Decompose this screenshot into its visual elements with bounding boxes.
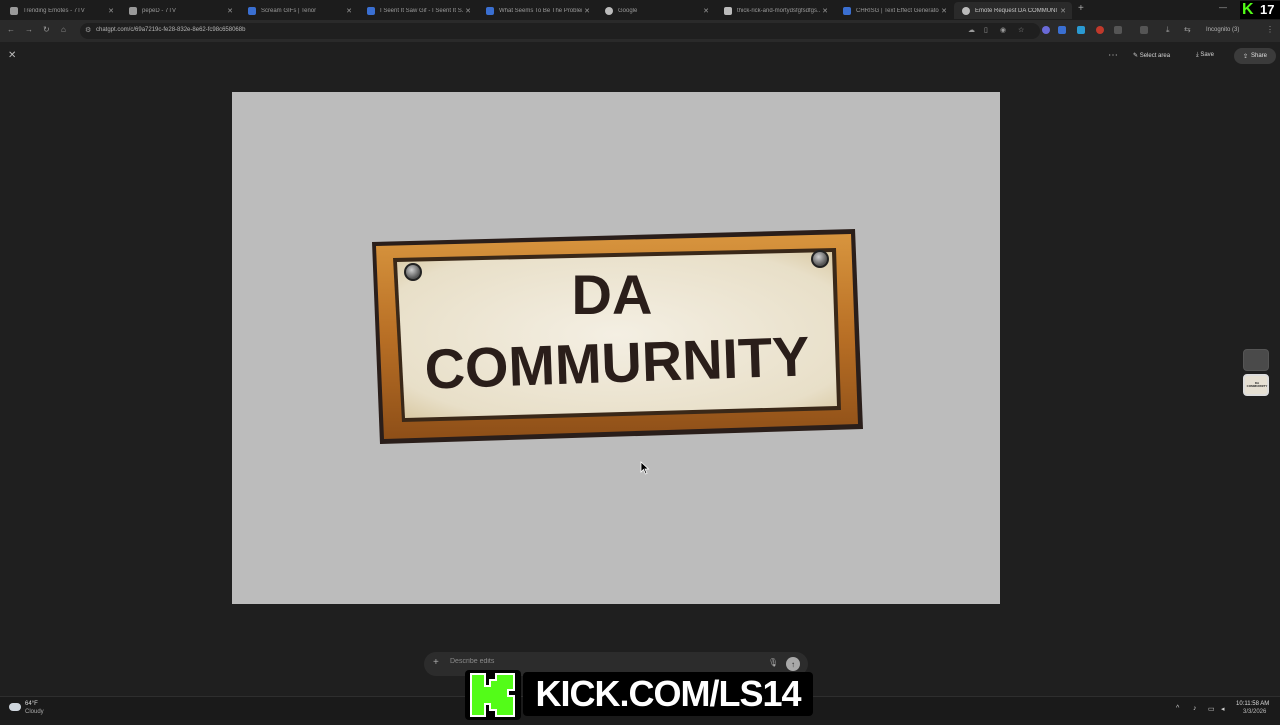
tab-thick-rick[interactable]: thick-rick-and-mortydsfgfsdfgs... ✕ <box>716 2 834 19</box>
close-tab-icon[interactable]: ✕ <box>820 7 830 15</box>
kick-follower-badge: K 17 <box>1240 1 1280 19</box>
close-tab-icon[interactable]: ✕ <box>1058 7 1068 15</box>
weather-temperature[interactable]: 64°F <box>25 701 38 707</box>
tenor-favicon-icon <box>486 6 494 15</box>
mic-tray-icon[interactable]: ♪ <box>1193 705 1197 712</box>
generated-image: DA COMMURNITY <box>232 92 1000 604</box>
eye-off-icon[interactable]: ◉ <box>1000 26 1006 34</box>
describe-edits-input[interactable] <box>450 658 750 665</box>
tab-title: CHRISG | Text Effect Generator <box>856 7 939 14</box>
volume-icon[interactable]: ◂ <box>1221 705 1225 713</box>
send-button[interactable]: ↑ <box>786 657 800 671</box>
select-area-label: Select area <box>1139 53 1171 59</box>
tab-search-icon[interactable]: ⇆ <box>1184 25 1191 34</box>
share-label: Share <box>1251 53 1268 59</box>
thumbnail-text: DA COMMURNITY <box>1246 381 1268 388</box>
close-tab-icon[interactable]: ✕ <box>582 7 592 15</box>
kick-logo-icon <box>465 670 521 720</box>
tab-emote-request[interactable]: Emote Request DA COMMUNITY ✕ <box>954 2 1072 19</box>
clock-time[interactable]: 10:11:58 AM <box>1236 701 1269 707</box>
tab-peped[interactable]: pepeD - 7TV ✕ <box>121 2 239 19</box>
microphone-icon[interactable]: 🎙 <box>768 658 778 667</box>
site-info-icon[interactable]: ⚙ <box>85 26 91 34</box>
nail-right-icon <box>813 252 827 266</box>
google-favicon-icon <box>605 6 613 15</box>
close-tab-icon[interactable]: ✕ <box>701 7 711 15</box>
mouse-cursor-icon <box>640 461 650 475</box>
kick-k-icon: K <box>1242 1 1254 18</box>
tab-title: pepeD - 7TV <box>142 7 177 14</box>
tab-what-seems-problem[interactable]: What Seems To Be The Problem... ✕ <box>478 2 596 19</box>
extension-icon[interactable] <box>1096 26 1104 34</box>
select-area-button[interactable]: ✎ Select area <box>1133 52 1170 59</box>
close-viewer-icon[interactable]: ✕ <box>8 50 16 61</box>
tray-overflow-icon[interactable]: ^ <box>1176 705 1179 712</box>
thumbnail-previous[interactable] <box>1243 349 1269 371</box>
nail-left-icon <box>406 265 420 279</box>
tab-trending-emotes[interactable]: Trending Emotes - 7TV ✕ <box>2 2 120 19</box>
wooden-sign-image: DA COMMURNITY <box>372 229 863 444</box>
weather-condition[interactable]: Cloudy <box>25 709 44 715</box>
tab-title: Scream GIFs | Tenor <box>261 7 317 14</box>
tenor-favicon-icon <box>367 6 375 15</box>
back-icon[interactable]: ← <box>7 25 15 34</box>
tab-title: What Seems To Be The Problem... <box>499 7 582 14</box>
bookmark-star-icon[interactable]: ☆ <box>1018 26 1024 34</box>
close-tab-icon[interactable]: ✕ <box>225 7 235 15</box>
chatgpt-favicon-icon <box>962 6 970 15</box>
save-button[interactable]: ⤓ Save <box>1196 52 1214 59</box>
tab-chrisg[interactable]: CHRISG | Text Effect Generator ✕ <box>835 2 953 19</box>
incognito-indicator[interactable]: Incognito (3) <box>1206 27 1239 33</box>
reload-icon[interactable]: ↻ <box>43 25 50 34</box>
url-text[interactable]: chatgpt.com/c/69a7219c-fe28-832e-8e62-fc… <box>96 27 245 33</box>
extension-icon[interactable] <box>1058 26 1066 34</box>
tab-title: I Seent It Saw Gif - I Seent It S... <box>380 7 463 14</box>
thumbnail-current[interactable]: DA COMMURNITY <box>1243 374 1269 396</box>
extensions-puzzle-icon[interactable] <box>1114 26 1122 34</box>
close-tab-icon[interactable]: ✕ <box>344 7 354 15</box>
kick-badge-number: 17 <box>1260 2 1275 17</box>
network-icon[interactable]: ▭ <box>1208 705 1215 713</box>
share-button[interactable]: ⇪ Share <box>1234 48 1276 64</box>
extension-icon[interactable] <box>1042 26 1050 34</box>
more-options-icon[interactable]: ⋯ <box>1108 50 1118 61</box>
share-icon: ⇪ <box>1242 53 1248 60</box>
tab-title: thick-rick-and-mortydsfgfsdfgs... <box>737 7 820 14</box>
close-tab-icon[interactable]: ✕ <box>106 7 116 15</box>
browser-tab-strip: Trending Emotes - 7TV ✕ pepeD - 7TV ✕ Sc… <box>0 0 1280 20</box>
cloud-weather-icon[interactable] <box>9 703 21 711</box>
side-panel-icon[interactable] <box>1140 26 1148 34</box>
close-tab-icon[interactable]: ✕ <box>939 7 949 15</box>
7tv-favicon-icon <box>10 6 18 15</box>
clock-date[interactable]: 3/3/2026 <box>1243 709 1266 715</box>
tab-title: Trending Emotes - 7TV <box>23 7 85 14</box>
home-icon[interactable]: ⌂ <box>61 25 66 34</box>
forward-icon[interactable]: → <box>25 25 33 34</box>
menu-dots-icon[interactable]: ⋮ <box>1266 25 1274 34</box>
new-tab-icon[interactable]: + <box>1078 3 1084 14</box>
kick-stream-overlay: KICK.COM/LS14 <box>465 670 813 720</box>
download-icon[interactable]: ⤓ <box>1166 25 1170 35</box>
tab-title: Google <box>618 7 638 14</box>
save-label: Save <box>1200 52 1215 58</box>
sign-text-line2: COMMURNITY <box>424 324 811 400</box>
document-favicon-icon <box>724 6 732 15</box>
address-bar[interactable]: ⚙ chatgpt.com/c/69a7219c-fe28-832e-8e62-… <box>80 23 1040 39</box>
minimize-icon[interactable]: — <box>1219 3 1227 12</box>
add-icon[interactable]: + <box>433 657 439 668</box>
sign-text-line1: DA <box>572 263 653 326</box>
tab-google[interactable]: Google ✕ <box>597 2 715 19</box>
chrisg-favicon-icon <box>843 6 851 15</box>
tab-scream-gifs[interactable]: Scream GIFs | Tenor ✕ <box>240 2 358 19</box>
page-icon[interactable]: ▯ <box>984 26 988 34</box>
close-tab-icon[interactable]: ✕ <box>463 7 473 15</box>
browser-toolbar: ← → ↻ ⌂ ⚙ chatgpt.com/c/69a7219c-fe28-83… <box>0 20 1280 42</box>
7tv-extension-icon[interactable] <box>1077 26 1085 34</box>
7tv-favicon-icon <box>129 6 137 15</box>
tab-i-seent-it[interactable]: I Seent It Saw Gif - I Seent It S... ✕ <box>359 2 477 19</box>
kick-channel-url: KICK.COM/LS14 <box>523 672 813 716</box>
tab-title: Emote Request DA COMMUNITY <box>975 7 1058 14</box>
tenor-favicon-icon <box>248 6 256 15</box>
cloud-icon[interactable]: ☁ <box>968 26 975 34</box>
